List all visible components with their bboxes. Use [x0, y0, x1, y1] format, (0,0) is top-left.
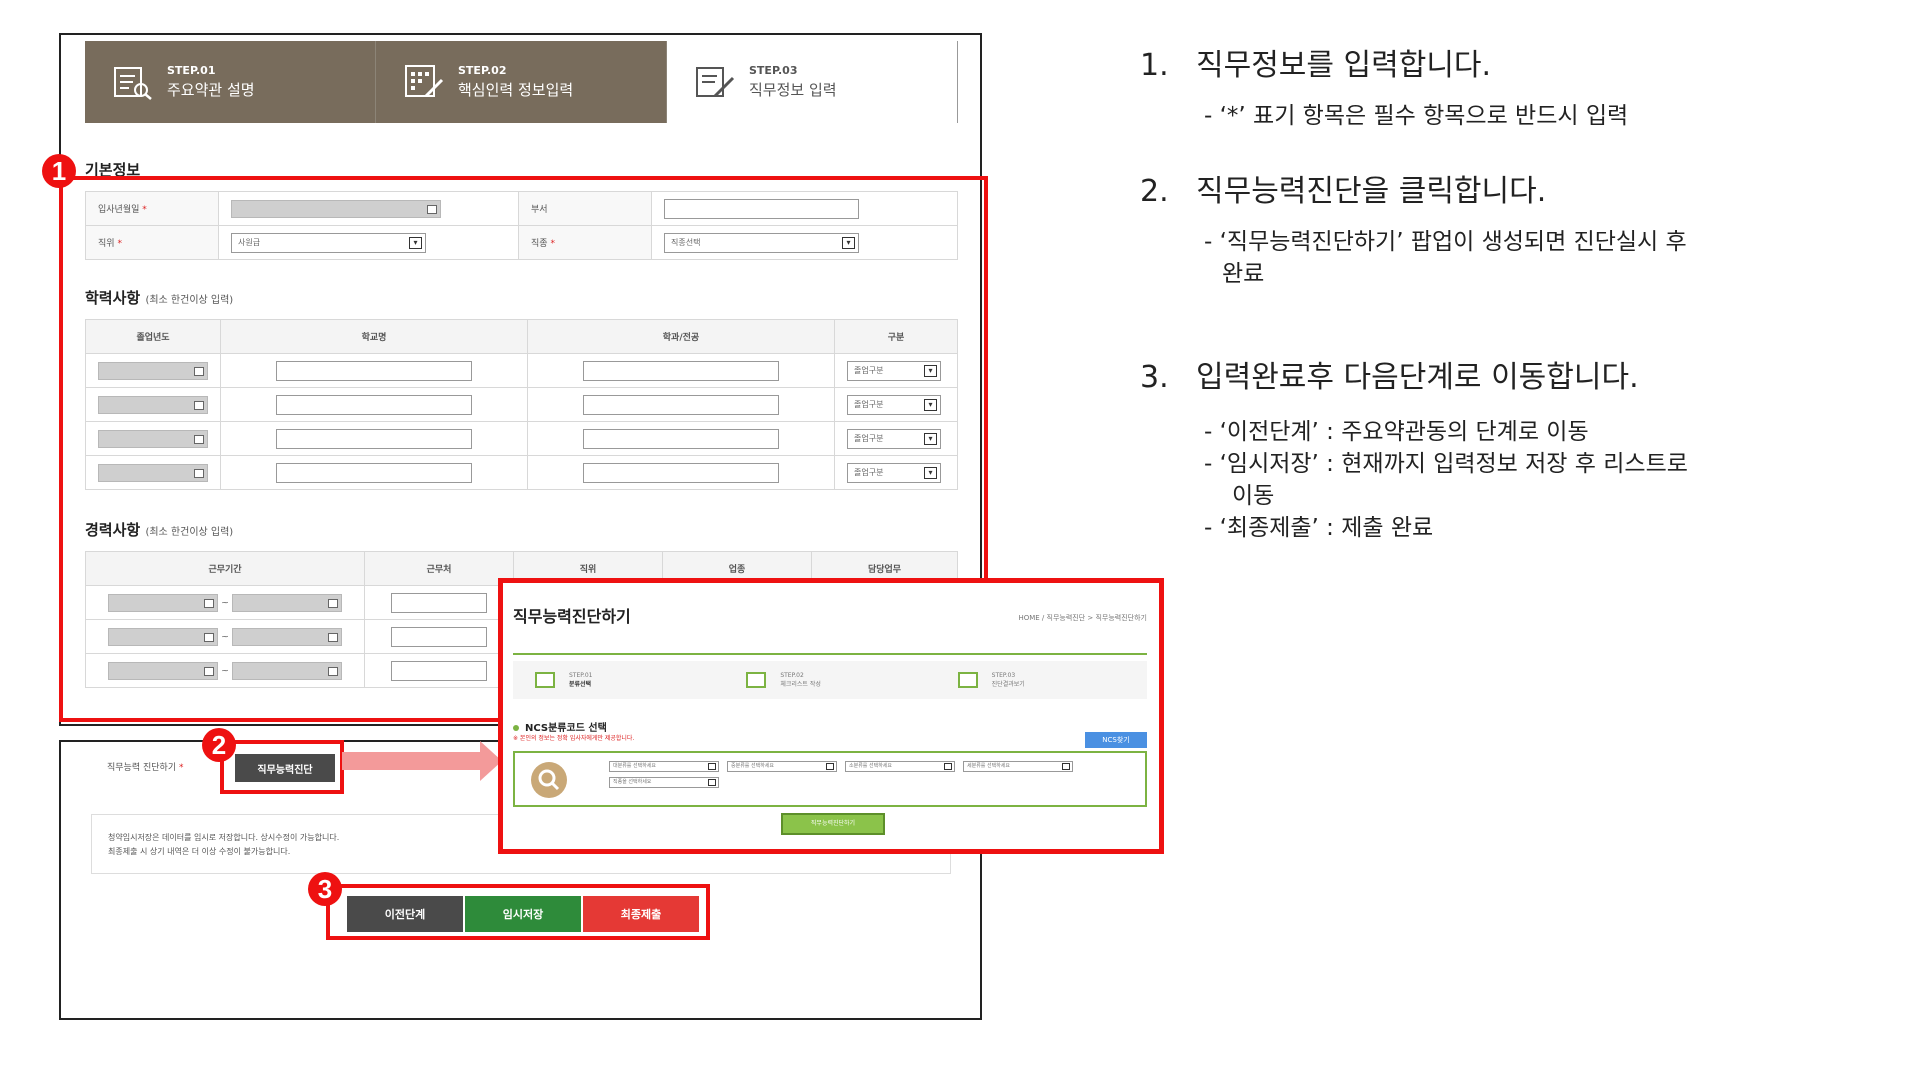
step-title: 직무정보 입력 [749, 81, 837, 99]
instruction-detail: 완료 [1222, 261, 1265, 287]
popup-step-2[interactable]: STEP.02 체크리스트 작성 [724, 672, 935, 688]
highlight-box-2 [220, 740, 344, 794]
step-1[interactable]: STEP.01 주요약관 설명 [85, 41, 376, 123]
instruction-title: 직무능력진단을 클릭합니다. [1196, 174, 1547, 209]
step-3[interactable]: STEP.03 직무정보 입력 [667, 41, 958, 123]
document-search-icon [109, 62, 157, 102]
instruction-detail: 이동 [1232, 483, 1275, 509]
sub-category-select[interactable]: 세분류를 선택하세요 [963, 761, 1073, 772]
instruction-3: 3. 입력완료후 다음단계로 이동합니다. - ‘이전단계’ : 주요약관동의 단… [1140, 352, 1688, 544]
minor-category-select[interactable]: 소분류를 선택하세요 [845, 761, 955, 772]
ncs-search-button[interactable]: NCS찾기 [1085, 732, 1147, 748]
popup-step-3[interactable]: STEP.03 진단결과보기 [936, 672, 1147, 688]
run-diagnosis-button[interactable]: 직무능력진단하기 [781, 813, 885, 835]
search-icon [531, 762, 567, 798]
chevron-down-icon [944, 763, 952, 770]
step-title: 핵심인력 정보입력 [458, 81, 574, 99]
instruction-detail: - ‘이전단계’ : 주요약관동의 단계로 이동 [1204, 419, 1589, 445]
popup-title: 직무능력진단하기 [513, 607, 631, 626]
ncs-section-title: NCS분류코드 선택 [513, 719, 607, 734]
breadcrumb: HOME / 직무능력진단 > 직무능력진단하기 [1018, 614, 1147, 622]
instruction-detail: - ‘*’ 표기 항목은 필수 항목으로 반드시 입력 [1204, 103, 1629, 129]
checklist-icon [746, 672, 767, 688]
instruction-number: 3. [1140, 360, 1169, 395]
arrow-shaft [342, 752, 482, 770]
marker-1: 1 [42, 154, 76, 188]
list-icon [535, 672, 555, 688]
keypad-edit-icon [400, 62, 448, 102]
chevron-down-icon [1062, 763, 1070, 770]
ncs-search-panel: 대분류를 선택하세요 중분류를 선택하세요 소분류를 선택하세요 세분류를 선택… [513, 751, 1147, 807]
book-icon [957, 672, 978, 688]
step-indicator: STEP.01 주요약관 설명 STEP.02 핵심인력 정보입력 STEP.03 직… [85, 41, 958, 123]
divider [513, 653, 1147, 655]
popup-step-1[interactable]: STEP.01 분류선택 [513, 672, 724, 688]
diagnosis-label: 직무능력 진단하기 * [107, 763, 184, 773]
step-title: 주요약관 설명 [167, 81, 255, 99]
middle-category-select[interactable]: 중분류를 선택하세요 [727, 761, 837, 772]
instruction-2: 2. 직무능력진단을 클릭합니다. - ‘직무능력진단하기’ 팝업이 생성되면 진… [1140, 166, 1687, 290]
marker-2: 2 [202, 728, 236, 762]
chevron-down-icon [708, 779, 716, 786]
major-category-select[interactable]: 대분류를 선택하세요 [609, 761, 719, 772]
bullet-icon [513, 725, 519, 731]
instruction-detail: - ‘최종제출’ : 제출 완료 [1204, 515, 1434, 541]
instruction-detail: - ‘임시저장’ : 현재까지 입력정보 저장 후 리스트로 [1204, 451, 1688, 477]
document-edit-icon [691, 62, 739, 102]
instruction-number: 2. [1140, 174, 1169, 209]
step-number: STEP.02 [458, 64, 507, 77]
slide: STEP.01 주요약관 설명 STEP.02 핵심인력 정보입력 STEP.03 직… [0, 0, 1920, 1080]
step-2[interactable]: STEP.02 핵심인력 정보입력 [376, 41, 667, 123]
chevron-down-icon [708, 763, 716, 770]
instruction-detail: - ‘직무능력진단하기’ 팝업이 생성되면 진단실시 후 [1204, 229, 1687, 255]
marker-3: 3 [308, 872, 342, 906]
popup-steps: STEP.01 분류선택 STEP.02 체크리스트 작성 STEP.03 진단결과보… [513, 661, 1147, 699]
chevron-down-icon [826, 763, 834, 770]
step-number: STEP.03 [749, 64, 798, 77]
highlight-box-3 [326, 884, 710, 940]
instruction-title: 입력완료후 다음단계로 이동합니다. [1196, 360, 1639, 395]
diagnosis-popup: 직무능력진단하기 HOME / 직무능력진단 > 직무능력진단하기 STEP.0… [498, 578, 1164, 854]
ncs-note: ※ 본인의 정보는 정확 입사자에게만 제공합니다. [513, 735, 635, 742]
instruction-1: 1. 직무정보를 입력합니다. - ‘*’ 표기 항목은 필수 항목으로 반드시 … [1140, 40, 1628, 132]
instruction-title: 직무정보를 입력합니다. [1196, 48, 1492, 83]
step-number: STEP.01 [167, 64, 216, 77]
job-select[interactable]: 직종을 선택하세요 [609, 777, 719, 788]
instruction-number: 1. [1140, 48, 1169, 83]
